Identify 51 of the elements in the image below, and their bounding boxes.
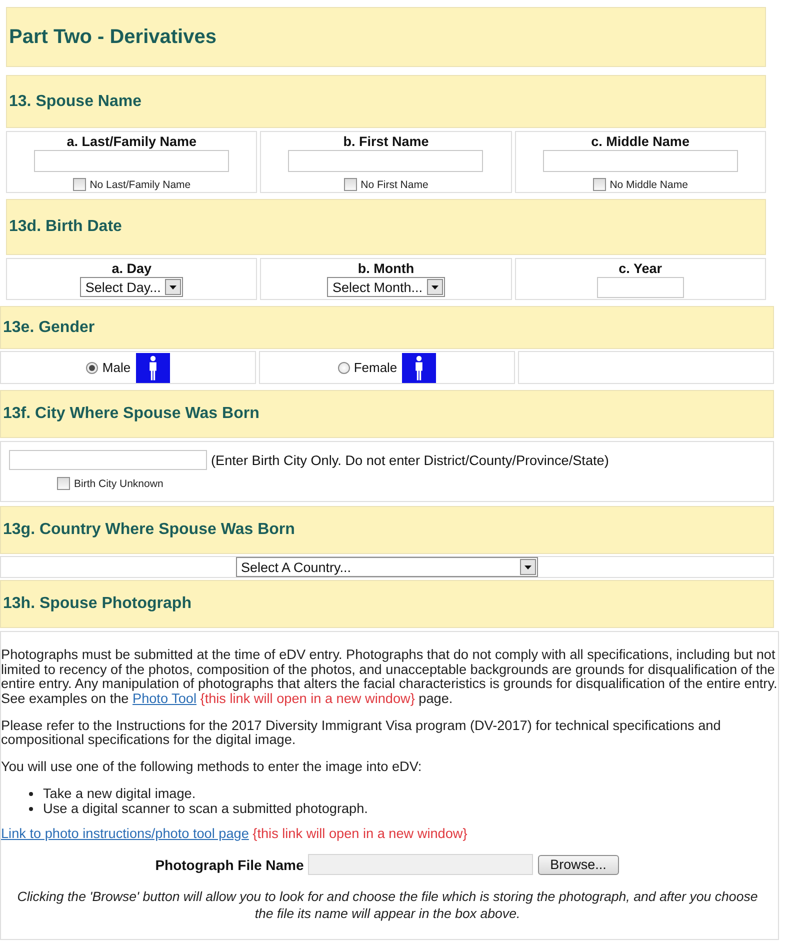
- radio-button[interactable]: [86, 362, 98, 374]
- list-item: Take a new digital image.: [43, 786, 196, 801]
- field-label: a. Day: [112, 261, 152, 277]
- text-link[interactable]: Link to photo instructions/photo tool page: [1, 826, 249, 841]
- list-item: Use a digital scanner to scan a submitted photograph.: [43, 801, 368, 816]
- paragraph: You will use one of the following methods to enter the image into eDV:: [1, 760, 423, 774]
- checkbox-label: No Last/Family Name: [90, 178, 191, 190]
- section-heading: 13g. Country Where Spouse Was Born: [3, 521, 295, 539]
- checkbox-label: No First Name: [360, 178, 428, 190]
- field-label: a. Last/Family Name: [66, 134, 197, 150]
- help-note: Clicking the 'Browse' button will allow you to look for and choose the file which is storing the photograph, and after you choose the file its name will appear in the box above.: [16, 888, 759, 922]
- paragraph: Please refer to the Instructions for the 2017 Diversity Immigrant Visa program (DV-2017) for technical specifications and compositional specifications for the digital image.: [1, 718, 722, 748]
- checkbox[interactable]: [592, 178, 606, 191]
- text-field[interactable]: [9, 450, 207, 470]
- page-title: Part Two - Derivatives: [9, 26, 216, 48]
- field-hint: (Enter Birth City Only. Do not enter District/County/Province/State): [211, 452, 609, 468]
- caret-icon: [520, 559, 536, 575]
- checkbox-label: Birth City Unknown: [74, 478, 164, 490]
- section-heading: 13. Spouse Name: [9, 92, 142, 110]
- section-heading: 13h. Spouse Photograph: [3, 595, 192, 613]
- paragraph: Photographs must be submitted at the time of eDV entry. Photographs that do not comply with all specifications, including but not limited to recency of the photos, composition of the photos, and unacceptable backgrounds are grounds for disqualification of the entire entry. Any manipulation of photographs that alters the facial characteristics is grounds for disqualification of the entire entry. See examples on the Photo Tool {this link will open in a new window} page.: [1, 648, 778, 706]
- field-label: c. Year: [618, 261, 662, 277]
- checkbox-label: No Middle Name: [610, 178, 688, 190]
- dropdown-select[interactable]: Select A Country...: [236, 557, 538, 577]
- text-field[interactable]: [288, 150, 484, 172]
- browse-button[interactable]: Browse...: [538, 854, 619, 874]
- field-label: c. Middle Name: [591, 134, 690, 150]
- caret-icon: [164, 279, 181, 295]
- field-label: b. First Name: [343, 134, 429, 150]
- bullet-icon: [29, 792, 33, 796]
- text-field[interactable]: [542, 150, 738, 172]
- checkbox[interactable]: [72, 178, 86, 191]
- caret-icon: [426, 279, 443, 295]
- file-name-field[interactable]: [308, 854, 533, 875]
- field-label: b. Month: [358, 261, 414, 277]
- radio-label: Male: [102, 360, 131, 375]
- radio-button[interactable]: [338, 362, 350, 374]
- section-heading: 13f. City Where Spouse Was Born: [3, 405, 260, 423]
- dropdown-select[interactable]: Select Month...: [327, 277, 445, 297]
- bullet-icon: [29, 806, 33, 810]
- text-link[interactable]: Photo Tool: [132, 690, 196, 706]
- text-field[interactable]: [34, 150, 230, 172]
- dropdown-select[interactable]: Select Day...: [80, 277, 183, 297]
- section-heading: 13d. Birth Date: [9, 218, 122, 236]
- paragraph: Link to photo instructions/photo tool page {this link will open in a new window}: [1, 827, 468, 842]
- radio-label: Female: [354, 360, 398, 375]
- field-label: Photograph File Name: [155, 856, 304, 872]
- text-field[interactable]: [596, 277, 684, 298]
- section-heading: 13e. Gender: [3, 318, 95, 336]
- checkbox[interactable]: [57, 477, 70, 490]
- checkbox[interactable]: [344, 178, 357, 191]
